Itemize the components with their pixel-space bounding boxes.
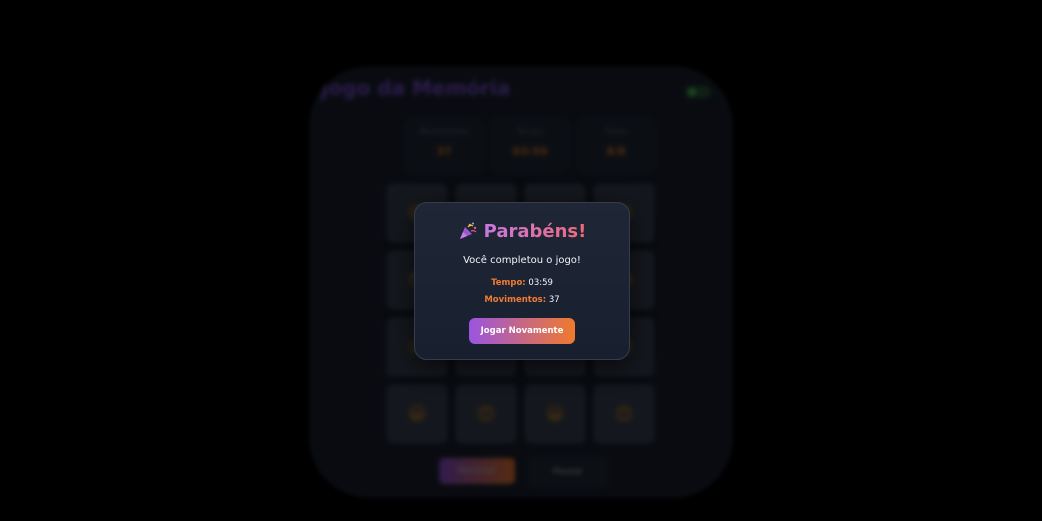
final-time: Tempo: 03:59 [415,278,629,288]
moves-label: Movimentos: [484,295,547,305]
modal-title: Parabéns! [483,220,587,242]
play-again-button[interactable]: Jogar Novamente [469,318,575,344]
time-label: Tempo: [491,278,526,288]
victory-modal: Parabéns! Você completou o jogo! Tempo: … [414,202,630,360]
screen: Jogo da Memória Movimentos 37 Tempo 03:5… [0,0,1042,521]
party-popper-icon [459,222,477,239]
time-value: 03:59 [528,278,553,288]
modal-heading: Parabéns! [415,219,629,243]
completion-message: Você completou o jogo! [463,255,581,266]
final-moves: Movimentos: 37 [415,295,629,305]
moves-value: 37 [548,295,560,305]
